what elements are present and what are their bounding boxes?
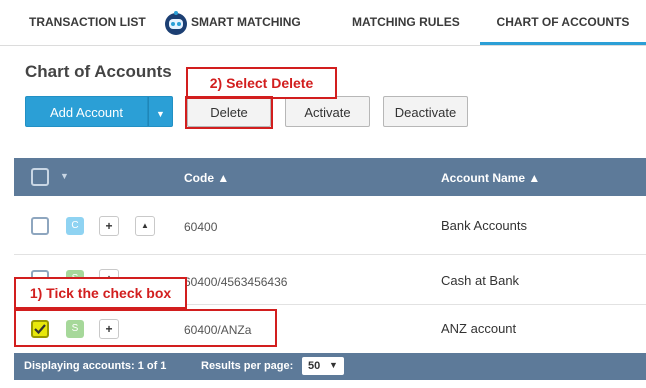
deactivate-button[interactable]: Deactivate (383, 96, 468, 127)
delete-highlight-box (185, 96, 273, 129)
account-code: 60400/4563456436 (184, 275, 288, 289)
results-per-page-label: Results per page: (201, 360, 294, 372)
column-header-account-name[interactable]: Account Name ▲ (441, 171, 540, 185)
account-name: Bank Accounts (441, 218, 527, 233)
activate-button[interactable]: Activate (285, 96, 370, 127)
tab-transaction-list[interactable]: TRANSACTION LIST (29, 0, 146, 45)
table-row[interactable]: C + ▲ 60400 Bank Accounts (14, 196, 646, 255)
caret-down-icon: ▼ (156, 109, 165, 119)
add-account-button[interactable]: Add Account (25, 96, 148, 127)
select-menu-caret-icon[interactable]: ▼ (60, 171, 69, 181)
tab-chart-of-accounts[interactable]: CHART OF ACCOUNTS (480, 0, 646, 45)
account-name: Cash at Bank (441, 273, 520, 288)
tab-smart-matching[interactable]: SMART MATCHING (191, 0, 301, 45)
tab-matching-rules[interactable]: MATCHING RULES (352, 0, 460, 45)
page-title: Chart of Accounts (25, 62, 172, 81)
annotation-tick-checkbox: 1) Tick the check box (14, 277, 187, 309)
account-code: 60400 (184, 220, 218, 234)
results-per-page-value: 50 (308, 360, 321, 372)
grid-header: ▼ Code ▲ Account Name ▲ (14, 158, 646, 196)
row-checkbox[interactable] (31, 217, 49, 235)
expand-plus-button[interactable]: + (99, 216, 119, 236)
select-all-checkbox[interactable] (31, 168, 49, 186)
robot-icon (165, 11, 187, 35)
displaying-count: Displaying accounts: 1 of 1 (24, 360, 167, 372)
annotation-select-delete: 2) Select Delete (186, 67, 337, 99)
account-name: ANZ account (441, 321, 517, 336)
results-per-page-select[interactable]: 50 ▼ (302, 357, 344, 375)
chevron-down-icon: ▼ (329, 360, 338, 370)
grid-footer: Displaying accounts: 1 of 1 Results per … (14, 353, 646, 380)
add-account-dropdown-button[interactable]: ▼ (148, 96, 173, 127)
collapse-caret-button[interactable]: ▲ (135, 216, 155, 236)
checkbox-row-highlight-box (14, 309, 277, 347)
account-type-badge: C (66, 217, 84, 235)
top-tab-bar: TRANSACTION LIST SMART MATCHING MATCHING… (0, 0, 646, 46)
column-header-code[interactable]: Code ▲ (184, 171, 229, 185)
